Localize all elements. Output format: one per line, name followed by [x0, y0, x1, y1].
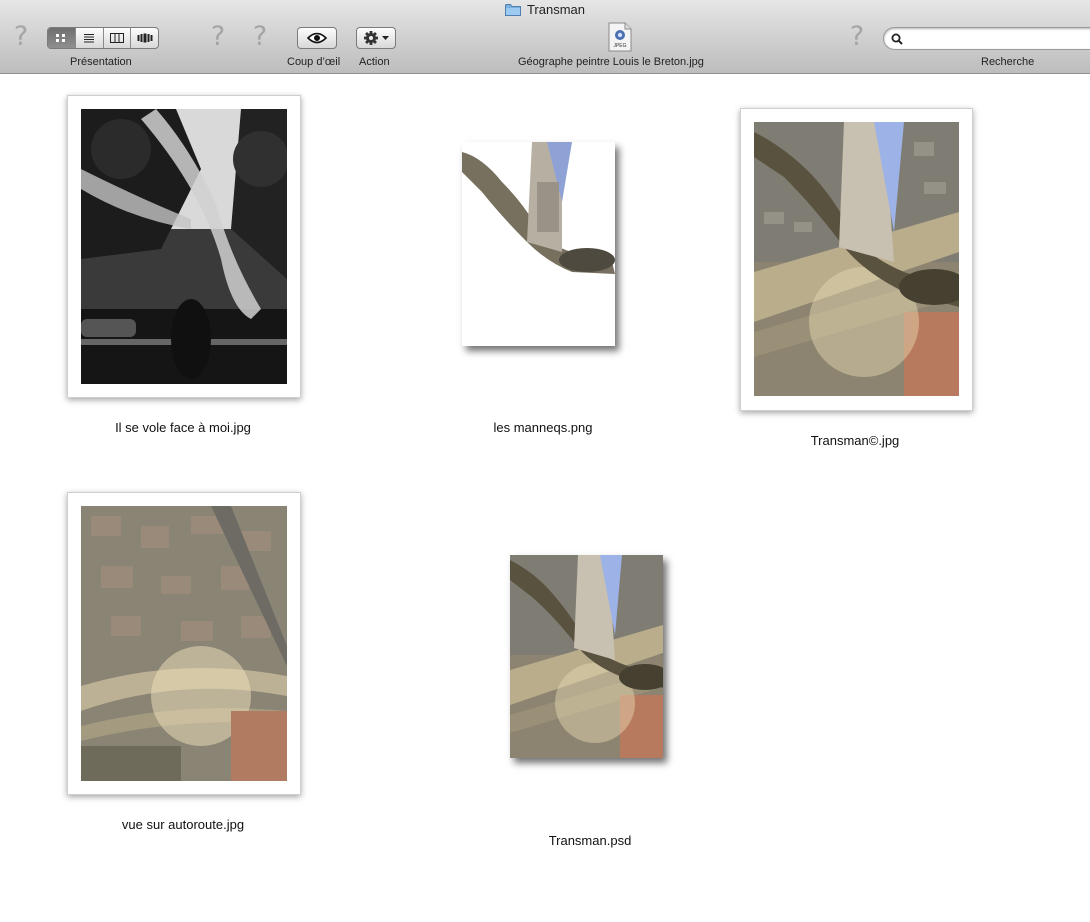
jpeg-file-icon: JPEG: [608, 22, 632, 52]
photo-thumbnail-bw: [81, 109, 287, 384]
placeholder-question-icon[interactable]: ?: [846, 22, 868, 52]
placeholder-question-icon[interactable]: ?: [249, 22, 271, 52]
view-mode-control: [47, 27, 159, 49]
column-view-button[interactable]: [104, 28, 132, 48]
folder-icon: [504, 3, 521, 19]
selected-file-label: Géographe peintre Louis le Breton.jpg: [518, 56, 704, 68]
file-name[interactable]: vue sur autoroute.jpg: [83, 817, 283, 832]
search-field[interactable]: [883, 27, 1090, 50]
cover-flow-icon: [137, 33, 153, 43]
photo-thumbnail-psd-collage: [510, 555, 663, 758]
photo-thumbnail-aerial-collage: [754, 122, 959, 396]
search-input[interactable]: [908, 31, 1090, 48]
search-label: Recherche: [981, 56, 1035, 68]
file-thumbnail[interactable]: [67, 492, 301, 795]
quick-look-label: Coup d’œil: [287, 56, 341, 68]
action-menu-button[interactable]: [356, 27, 396, 49]
file-thumbnail[interactable]: [510, 555, 663, 758]
columns-icon: [109, 33, 124, 43]
quick-look-button[interactable]: [297, 27, 337, 49]
window-title-bar: Transman: [0, 2, 1090, 19]
file-name[interactable]: Transman.psd: [490, 833, 690, 848]
search-icon: [891, 33, 903, 45]
file-thumbnail[interactable]: [462, 142, 615, 346]
photo-thumbnail-aerial: [81, 506, 287, 781]
cover-flow-button[interactable]: [131, 28, 158, 48]
file-name[interactable]: Il se vole face à moi.jpg: [83, 420, 283, 435]
toolbar: Transman ? Présentation ? ? Coup d’œil A…: [0, 0, 1090, 74]
file-thumbnail[interactable]: [67, 95, 301, 398]
file-name[interactable]: Transman©.jpg: [755, 433, 955, 448]
list-lines-icon: [84, 34, 95, 43]
icon-view-button[interactable]: [48, 28, 76, 48]
action-label: Action: [359, 56, 390, 68]
eye-icon: [307, 32, 327, 44]
chevron-down-icon: [381, 35, 389, 40]
list-view-button[interactable]: [76, 28, 104, 48]
gear-icon: [363, 31, 378, 45]
window-title: Transman: [526, 2, 586, 17]
presentation-label: Présentation: [70, 56, 132, 68]
file-thumbnail[interactable]: [740, 108, 973, 411]
icon-grid-icon: [56, 34, 66, 42]
photo-thumbnail-cutout: [462, 142, 615, 346]
placeholder-question-icon[interactable]: ?: [207, 22, 229, 52]
file-name[interactable]: les manneqs.png: [443, 420, 643, 435]
file-type-text: JPEG: [613, 43, 627, 49]
placeholder-question-icon[interactable]: ?: [10, 22, 32, 52]
